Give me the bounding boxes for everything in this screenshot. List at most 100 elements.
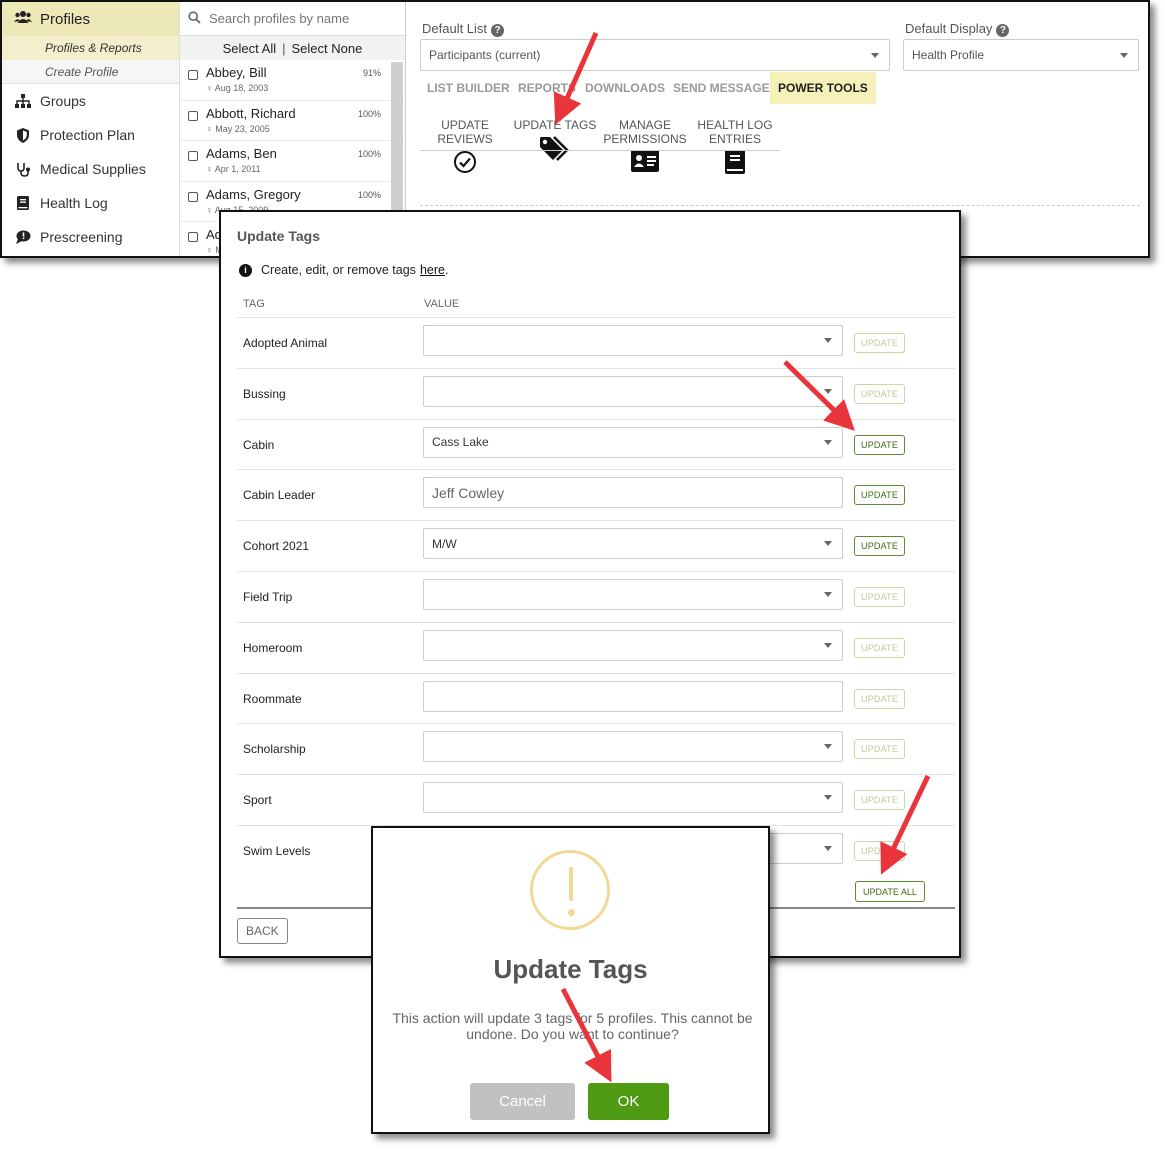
tab-downloads[interactable]: DOWNLOADS bbox=[585, 72, 665, 104]
info-end: . bbox=[444, 263, 449, 277]
tag-name: Cabin Leader bbox=[243, 488, 316, 503]
profile-checkbox[interactable] bbox=[188, 110, 198, 121]
update-button[interactable]: UPDATE bbox=[854, 637, 906, 658]
chevron-down-icon bbox=[824, 795, 832, 801]
update-button[interactable]: UPDATE bbox=[854, 790, 906, 811]
tool-health-log-entries[interactable]: HEALTH LOG ENTRIES bbox=[690, 118, 780, 174]
tag-row: Bussing UPDATE bbox=[237, 367, 955, 419]
nav-medical-supplies[interactable]: Medical Supplies bbox=[2, 152, 179, 186]
chevron-down-icon bbox=[824, 744, 832, 750]
tab-list-builder[interactable]: LIST BUILDER bbox=[427, 72, 510, 104]
tag-row: Cabin Cass Lake UPDATE bbox=[237, 418, 955, 470]
tab-send-message[interactable]: SEND MESSAGE bbox=[673, 72, 770, 104]
update-all-button[interactable]: UPDATE ALL bbox=[855, 881, 925, 902]
chevron-down-icon bbox=[824, 439, 832, 445]
select-all-link[interactable]: Select All bbox=[223, 41, 276, 56]
tool-label-line1: MANAGE bbox=[618, 118, 671, 132]
profile-row[interactable]: Abbott, Richard ♀ May 23, 2005 100% bbox=[180, 101, 405, 141]
nav-groups[interactable]: Groups bbox=[2, 84, 179, 118]
update-button[interactable]: UPDATE bbox=[854, 688, 906, 709]
profile-checkbox[interactable] bbox=[188, 191, 198, 202]
tag-row: Cohort 2021 M/W UPDATE bbox=[237, 520, 955, 571]
tag-name: Sport bbox=[243, 793, 272, 808]
update-button[interactable]: UPDATE bbox=[854, 383, 906, 404]
tool-manage-permissions[interactable]: MANAGE PERMISSIONS bbox=[600, 118, 690, 172]
back-button[interactable]: BACK bbox=[237, 918, 288, 944]
search-icon bbox=[188, 10, 201, 27]
tag-name: Swim Levels bbox=[243, 844, 311, 858]
modal-info: i Create, edit, or remove tags here . bbox=[239, 263, 448, 277]
update-button[interactable]: UPDATE bbox=[854, 841, 906, 861]
select-none-link[interactable]: Select None bbox=[292, 41, 363, 56]
default-display-select[interactable]: Health Profile bbox=[903, 39, 1139, 71]
subnav-profiles-reports[interactable]: Profiles & Reports bbox=[2, 36, 179, 60]
update-button[interactable]: UPDATE bbox=[854, 739, 906, 760]
update-button[interactable]: UPDATE bbox=[854, 485, 906, 506]
confirm-title: Update Tags bbox=[493, 954, 648, 984]
tab-power-tools[interactable]: POWER TOOLS bbox=[770, 72, 876, 104]
profile-dob: ♀ Aug 18, 2003 bbox=[206, 83, 269, 93]
nav-groups-label: Groups bbox=[40, 93, 86, 109]
tag-row: Adopted Animal UPDATE bbox=[237, 317, 955, 368]
help-icon[interactable]: ? bbox=[996, 24, 1010, 37]
tag-value-select[interactable] bbox=[423, 629, 843, 661]
nav-profiles-label: Profiles bbox=[40, 10, 91, 28]
default-display-label-text: Default Display bbox=[905, 21, 993, 36]
nav-profiles[interactable]: Profiles bbox=[2, 2, 179, 36]
update-button[interactable]: UPDATE bbox=[854, 434, 906, 455]
profile-name: Adams, Ben bbox=[206, 146, 277, 161]
profile-checkbox[interactable] bbox=[188, 151, 198, 161]
nav-health-log-label: Health Log bbox=[40, 195, 108, 211]
profile-row[interactable]: Adams, Ben ♀ Apr 1, 2011 100% bbox=[180, 141, 405, 182]
default-display-value: Health Profile bbox=[912, 48, 985, 62]
tag-value-select[interactable]: M/W bbox=[423, 528, 843, 560]
tag-value-input[interactable]: Jeff Cowley bbox=[423, 477, 843, 509]
subnav-create-profile[interactable]: Create Profile bbox=[2, 60, 179, 84]
tag-row: Homeroom UPDATE bbox=[237, 621, 955, 673]
profile-completion: 100% bbox=[357, 108, 381, 119]
tool-update-reviews[interactable]: UPDATE REVIEWS bbox=[420, 118, 510, 174]
tag-name: Adopted Animal bbox=[243, 336, 328, 350]
profile-checkbox[interactable] bbox=[188, 70, 198, 80]
tag-name: Scholarship bbox=[243, 742, 306, 757]
search-bar bbox=[180, 2, 405, 36]
profile-name: Adams, Gregory bbox=[206, 186, 301, 202]
tag-value-input[interactable] bbox=[423, 680, 843, 712]
update-button[interactable]: UPDATE bbox=[854, 536, 906, 557]
tag-value-select[interactable] bbox=[423, 579, 843, 610]
tags-here-link[interactable]: here bbox=[420, 263, 445, 277]
default-list-select[interactable]: Participants (current) bbox=[420, 39, 890, 71]
section-divider bbox=[420, 205, 1140, 206]
chevron-down-icon bbox=[871, 53, 879, 58]
tags-icon bbox=[510, 136, 600, 162]
update-button[interactable]: UPDATE bbox=[854, 587, 906, 607]
chevron-down-icon bbox=[824, 388, 832, 394]
tag-value-select[interactable] bbox=[423, 731, 843, 763]
tag-value-select[interactable] bbox=[423, 782, 843, 814]
update-button[interactable]: UPDATE bbox=[854, 333, 906, 353]
nav-protection-plan[interactable]: Protection Plan bbox=[2, 118, 179, 152]
cancel-button[interactable]: Cancel bbox=[470, 1083, 575, 1120]
tag-value-select[interactable] bbox=[423, 375, 843, 407]
default-list-label: Default List? bbox=[422, 21, 505, 37]
check-circle-icon bbox=[420, 150, 510, 174]
tag-value-text: Jeff Cowley bbox=[432, 484, 505, 501]
ok-button[interactable]: OK bbox=[588, 1083, 669, 1120]
tool-update-tags[interactable]: UPDATE TAGS bbox=[510, 118, 600, 162]
nav-prescreening[interactable]: Prescreening bbox=[2, 220, 179, 254]
profile-completion: 100% bbox=[357, 189, 381, 200]
tool-label-line2: ENTRIES bbox=[708, 132, 761, 146]
warning-bar bbox=[569, 867, 573, 901]
book-icon bbox=[14, 194, 32, 212]
profile-checkbox[interactable] bbox=[188, 232, 198, 242]
tag-value-select[interactable] bbox=[423, 325, 843, 356]
tab-reports[interactable]: REPORTS bbox=[518, 72, 576, 104]
warning-dot bbox=[567, 909, 575, 916]
tag-value-select[interactable]: Cass Lake bbox=[423, 426, 843, 458]
help-icon[interactable]: ? bbox=[491, 24, 505, 37]
default-list-value: Participants (current) bbox=[429, 48, 541, 62]
nav-health-log[interactable]: Health Log bbox=[2, 186, 179, 220]
search-input[interactable] bbox=[207, 10, 387, 27]
profile-row[interactable]: Abbey, Bill ♀ Aug 18, 2003 91% bbox=[180, 60, 405, 101]
profile-name: Abbott, Richard bbox=[206, 105, 296, 121]
